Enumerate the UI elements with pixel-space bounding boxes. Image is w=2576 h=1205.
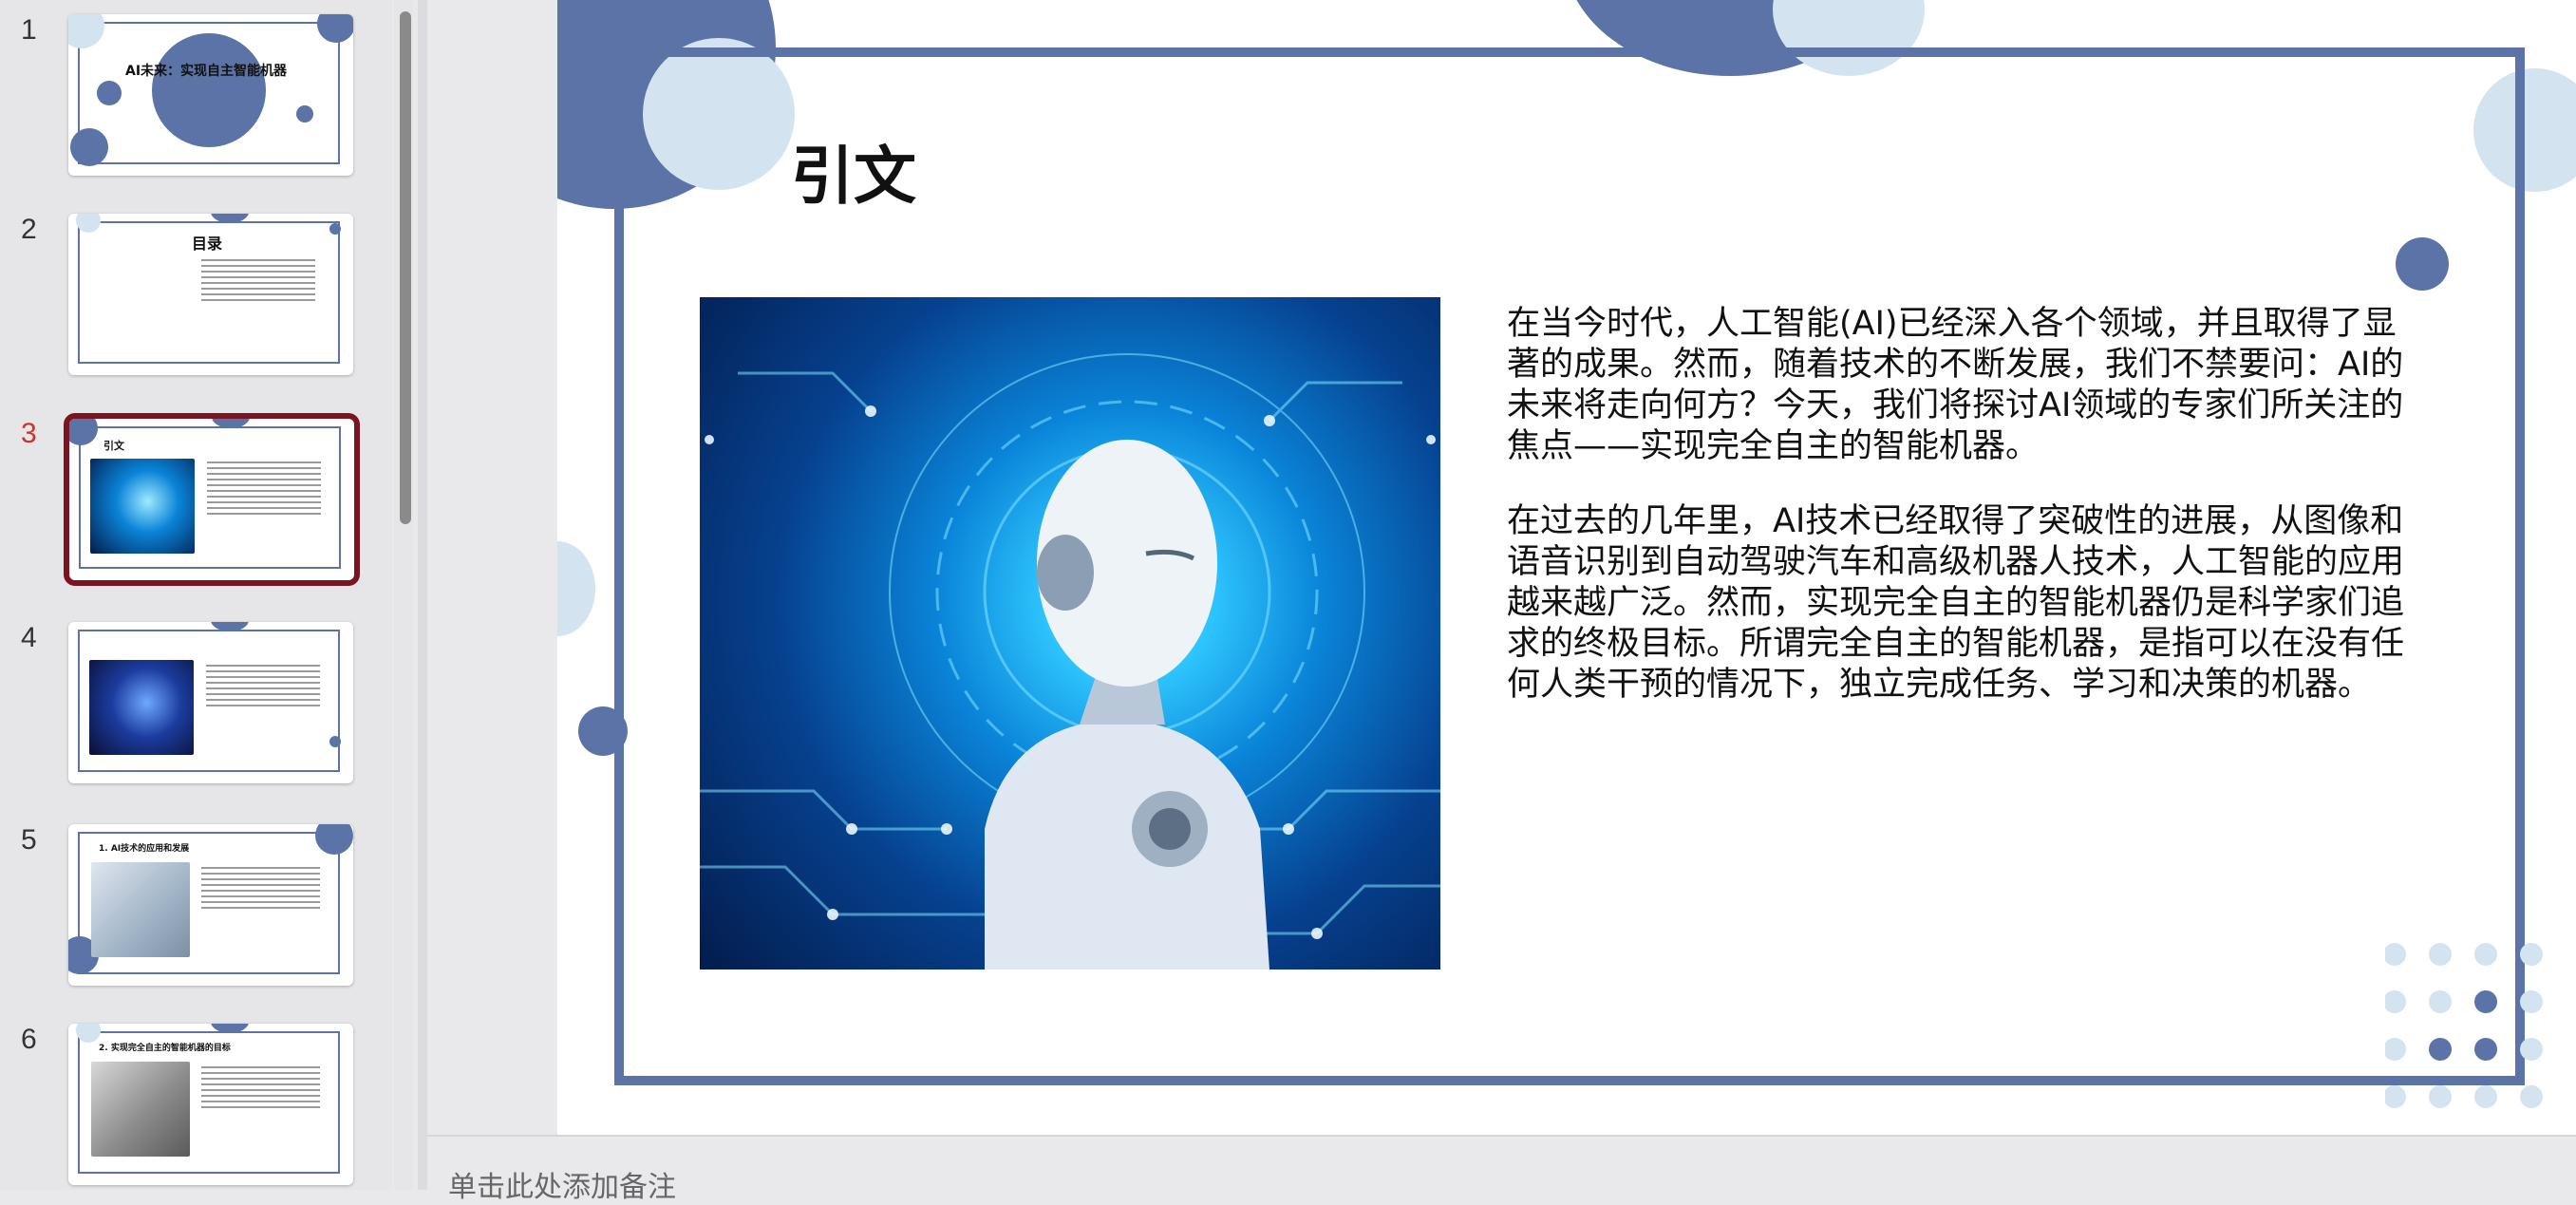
thumbnail-text-lines: [201, 1066, 320, 1112]
robot-illustration-image[interactable]: [700, 297, 1440, 970]
panel-divider[interactable]: [418, 0, 427, 1190]
thumbnail-row-6: 6 2. 实现完全自主的智能机器的目标: [0, 1024, 392, 1190]
thumbnail-title: 1. AI技术的应用和发展: [99, 844, 190, 854]
thumbnail-number: 1: [21, 14, 37, 46]
decor-circle: [296, 105, 313, 122]
slide-title[interactable]: 引文: [791, 125, 916, 217]
decor-circle: [329, 223, 341, 235]
decor-dot-grid: [2385, 943, 2543, 1108]
thumbnail-image: [91, 862, 190, 957]
thumbnail-title: 2. 实现完全自主的智能机器的目标: [99, 1044, 231, 1053]
slide-body-text[interactable]: 在当今时代，人工智能(AI)已经深入各个领域，并且取得了显著的成果。然而，随着技…: [1507, 304, 2418, 740]
decor-circle: [97, 81, 122, 105]
slide-thumbnail-6[interactable]: 2. 实现完全自主的智能机器的目标: [68, 1024, 353, 1185]
thumbnail-text-lines: [201, 867, 320, 913]
decor-circle: [152, 33, 266, 147]
thumbnail-title: 目录: [192, 235, 223, 253]
thumbnail-number: 5: [21, 824, 37, 856]
decor-circle: [557, 541, 595, 636]
thumbnail-number: 4: [21, 622, 37, 653]
thumbnail-number: 6: [21, 1024, 37, 1055]
thumbnail-image: [91, 1062, 190, 1157]
thumbnail-title: 引文: [103, 440, 124, 452]
slide-thumbnail-4[interactable]: [68, 622, 353, 783]
thumbnail-row-3: 3 引文: [0, 413, 392, 598]
thumbnail-text-lines: [201, 259, 315, 305]
thumbnail-text-lines: [207, 461, 321, 518]
body-paragraph-1: 在当今时代，人工智能(AI)已经深入各个领域，并且取得了显著的成果。然而，随着技…: [1507, 305, 2404, 465]
decor-circle: [329, 736, 341, 747]
thumbnail-image: [90, 459, 195, 554]
slide-thumbnail-1[interactable]: AI未来：实现自主智能机器: [68, 14, 353, 176]
thumbnail-scrollbar-thumb[interactable]: [400, 11, 411, 524]
thumbnail-row-2: 2 目录: [0, 214, 392, 394]
thumbnail-text-lines: [206, 665, 320, 710]
slide-thumbnail-5[interactable]: 1. AI技术的应用和发展: [68, 824, 353, 986]
decor-circle: [315, 824, 353, 855]
slide-thumbnail-3[interactable]: 引文: [64, 413, 360, 586]
thumbnail-number: 3: [21, 418, 37, 449]
slide-canvas[interactable]: 引文 在当今时代，人工智能(AI)已经深入各个领域，并且取得了显著的成果。然而，…: [557, 0, 2576, 1135]
body-paragraph-2: 在过去的几年里，AI技术已经取得了突破性的进展，从图像和语音识别到自动驾驶汽车和…: [1507, 502, 2405, 704]
thumbnail-number: 2: [21, 214, 37, 245]
notes-pane[interactable]: 单击此处添加备注: [427, 1135, 2576, 1204]
thumbnail-row-1: 1 AI未来：实现自主智能机器: [0, 14, 392, 195]
slide-thumbnail-panel: 1 AI未来：实现自主智能机器 2 目录 3 引文 4 5 1. AI技术的应用…: [0, 0, 392, 1190]
thumbnail-row-4: 4: [0, 622, 392, 802]
thumbnail-image: [89, 660, 194, 755]
thumbnail-row-5: 5 1. AI技术的应用和发展: [0, 824, 392, 1005]
thumbnail-title: AI未来：实现自主智能机器: [125, 64, 288, 79]
robot-illustration-graphic: [700, 353, 1440, 970]
decor-circle: [70, 128, 108, 166]
slide-thumbnail-2[interactable]: 目录: [68, 214, 353, 375]
notes-placeholder[interactable]: 单击此处添加备注: [448, 1163, 676, 1205]
